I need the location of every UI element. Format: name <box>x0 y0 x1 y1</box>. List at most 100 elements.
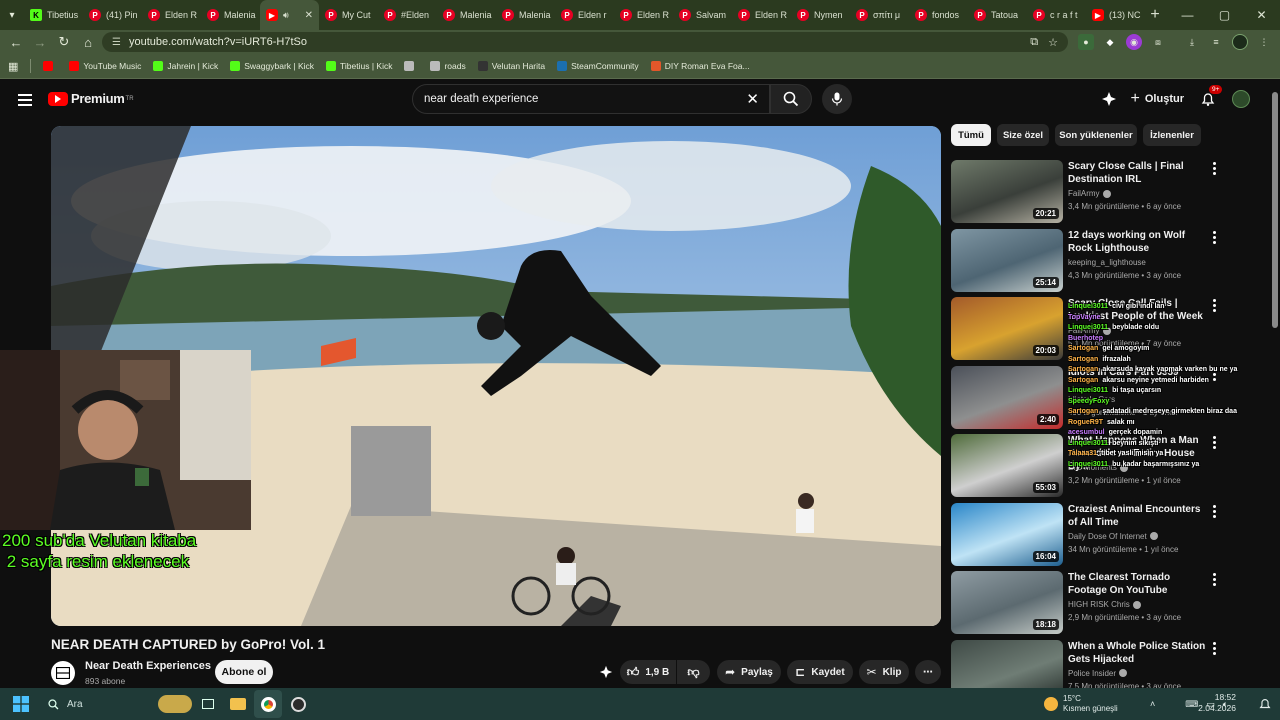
page-scrollbar[interactable] <box>1272 92 1278 328</box>
taskbar-search[interactable]: Ara <box>42 692 192 716</box>
browser-tab[interactable]: P Elden R <box>732 0 791 30</box>
browser-tab[interactable]: P Salvam <box>673 0 732 30</box>
close-window-button[interactable]: ✕ <box>1243 0 1280 30</box>
chip-recently-uploaded[interactable]: Son yüklenenler <box>1055 124 1137 146</box>
bookmark-item[interactable] <box>43 61 57 71</box>
ask-button[interactable] <box>594 660 618 684</box>
tab-search-icon[interactable]: ▾ <box>0 3 24 27</box>
recommendation-thumbnail[interactable]: 18:18 <box>951 571 1063 634</box>
recommendation-thumbnail[interactable]: 2:40 <box>951 365 1063 429</box>
keyboard-icon[interactable]: ⌨ <box>1185 699 1198 710</box>
extension-icon[interactable]: ● <box>1078 34 1094 50</box>
reading-list-icon[interactable]: ≡ <box>1208 34 1224 50</box>
recommendation-title[interactable]: When a Whole Police Station Gets Hijacke… <box>1068 640 1208 666</box>
browser-tab[interactable]: P Elden r <box>555 0 614 30</box>
channel-name[interactable]: Near Death Experiences <box>85 660 211 672</box>
recommendation-thumbnail[interactable]: 20:03 <box>951 297 1063 360</box>
task-view-icon[interactable] <box>194 690 222 718</box>
search-button[interactable] <box>770 84 812 114</box>
bookmark-star-icon[interactable]: ☆ <box>1048 36 1058 49</box>
apps-grid-icon[interactable]: ▦ <box>8 60 18 73</box>
recommendation-thumbnail[interactable]: 16:04 <box>951 502 1063 566</box>
puzzle-icon[interactable]: ⧈ <box>1150 34 1166 50</box>
bookmark-item[interactable]: SteamCommunity <box>557 61 639 71</box>
notifications-button[interactable]: 9+ <box>1198 85 1223 109</box>
file-explorer-icon[interactable] <box>224 690 252 718</box>
new-tab-button[interactable]: + <box>1145 6 1165 24</box>
youtube-premium-logo[interactable]: Premium TR <box>48 91 134 106</box>
recommendation-title[interactable]: Craziest Animal Encounters of All Time <box>1068 503 1208 529</box>
browser-tab[interactable]: P #Elden <box>378 0 437 30</box>
home-icon[interactable]: ⌂ <box>76 30 100 54</box>
share-button[interactable]: ➦ Paylaş <box>717 660 781 684</box>
bookmark-item[interactable]: roads <box>430 61 466 71</box>
browser-tab[interactable]: P Malenia <box>496 0 555 30</box>
chip-all[interactable]: Tümü <box>951 124 991 146</box>
browser-menu-icon[interactable]: ⋮ <box>1256 34 1272 50</box>
site-info-icon[interactable]: ☰ <box>112 37 121 48</box>
chip-watched[interactable]: İzlenenler <box>1143 124 1201 146</box>
bookmark-item[interactable]: Velutan Harita <box>477 61 545 71</box>
bookmark-item[interactable]: Jahrein | Kick <box>153 61 218 71</box>
create-button[interactable]: + Oluştur <box>1131 90 1184 108</box>
menu-icon[interactable] <box>14 89 36 111</box>
recommendation-item[interactable]: 16:04 Craziest Animal Encounters of All T… <box>951 502 1231 567</box>
profile-avatar[interactable] <box>1232 34 1248 50</box>
clear-search-icon[interactable]: ✕ <box>746 90 759 108</box>
browser-tab[interactable]: Pfondos <box>909 0 968 30</box>
voice-search-button[interactable] <box>822 84 852 114</box>
extension-icon[interactable]: ◉ <box>1126 34 1142 50</box>
more-vertical-icon[interactable] <box>1212 641 1216 655</box>
browser-tab[interactable]: P Elden R <box>142 0 201 30</box>
browser-tab[interactable]: P Malenia <box>201 0 260 30</box>
clip-button[interactable]: ✂ Klip <box>859 660 909 684</box>
more-vertical-icon[interactable] <box>1212 504 1216 518</box>
chrome-icon[interactable] <box>254 690 282 718</box>
back-icon[interactable]: ← <box>4 30 28 54</box>
browser-tab[interactable]: P Nymen <box>791 0 850 30</box>
chip-for-you[interactable]: Size özel <box>997 124 1049 146</box>
bookmark-item[interactable] <box>404 61 418 71</box>
browser-tab[interactable]: Pσπίτι μ <box>850 0 909 30</box>
account-avatar[interactable] <box>1232 90 1250 108</box>
forward-icon[interactable]: → <box>28 30 52 54</box>
address-bar[interactable]: ☰ youtube.com/watch?v=iURT6-H7tSo ⧉ ☆ <box>102 32 1068 52</box>
chevron-up-icon[interactable]: ˄ <box>1150 699 1155 709</box>
taskbar-clock[interactable]: 18:52 2.04.2026 <box>1198 692 1236 714</box>
more-vertical-icon[interactable] <box>1212 573 1216 586</box>
recommendation-item[interactable]: 20:21 Scary Close Calls | Final Destinati… <box>951 160 1231 224</box>
more-actions-button[interactable]: ⋯ <box>915 660 941 684</box>
recommendation-item[interactable]: 18:18 The Clearest Tornado Footage On You… <box>951 571 1231 635</box>
reload-icon[interactable]: ↻ <box>52 30 76 54</box>
extension-icon[interactable]: ◆ <box>1102 34 1118 50</box>
gemini-star-icon[interactable] <box>1101 91 1117 107</box>
channel-avatar[interactable] <box>51 661 75 685</box>
like-button[interactable]: 👍︎ 1,9 B <box>620 660 676 684</box>
recommendation-thumbnail[interactable]: 25:14 <box>951 228 1063 292</box>
close-tab-icon[interactable]: ✕ <box>305 10 313 21</box>
obs-icon[interactable] <box>284 690 312 718</box>
recommendation-channel[interactable]: Police Insider <box>1068 669 1128 678</box>
cast-icon[interactable]: ⧉ <box>1030 36 1038 49</box>
save-button[interactable]: ⊏ Kaydet <box>787 660 853 684</box>
recommendation-thumbnail[interactable] <box>951 639 1063 688</box>
subscribe-button[interactable]: Abone ol <box>215 660 273 684</box>
browser-tab[interactable]: P Elden R <box>614 0 673 30</box>
browser-tab[interactable]: ▶ 🔊︎ ✕ <box>260 0 319 30</box>
recommendation-thumbnail[interactable]: 55:03 <box>951 434 1063 497</box>
recommendation-item[interactable]: 25:14 12 days working on Wolf Rock Lighth… <box>951 228 1231 293</box>
browser-tab[interactable]: K Tibetius <box>24 0 83 30</box>
browser-tab[interactable]: P (41) Pin <box>83 0 142 30</box>
search-input[interactable]: near death experience ✕ <box>412 84 770 114</box>
browser-tab[interactable]: P Tatoua <box>968 0 1027 30</box>
browser-tab[interactable]: ▶ (13) NC <box>1086 0 1145 30</box>
bookmark-item[interactable]: Swaggybark | Kick <box>230 61 314 71</box>
more-vertical-icon[interactable] <box>1212 230 1216 244</box>
minimize-button[interactable]: — <box>1169 0 1206 30</box>
maximize-button[interactable]: ▢ <box>1206 0 1243 30</box>
bookmark-item[interactable]: DIY Roman Eva Foa... <box>650 61 750 71</box>
recommendation-channel[interactable]: keeping_a_lighthouse <box>1068 258 1146 267</box>
recommendation-channel[interactable]: FailArmy <box>1068 189 1111 198</box>
recommendation-title[interactable]: 12 days working on Wolf Rock Lighthouse <box>1068 229 1208 255</box>
download-icon[interactable]: ⤓ <box>1184 34 1200 50</box>
